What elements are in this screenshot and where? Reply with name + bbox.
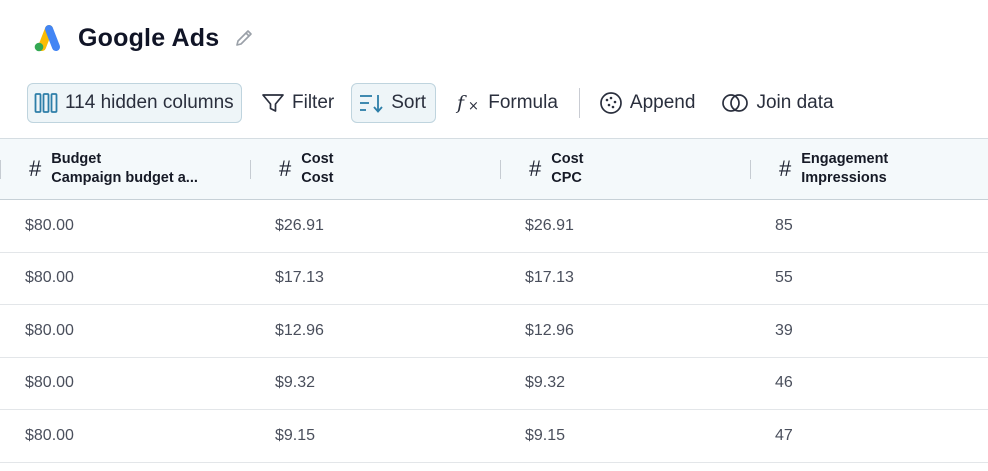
table-cell[interactable]: $17.13 (275, 269, 324, 287)
column-name: Cost (301, 170, 334, 186)
table-cell[interactable]: $26.91 (525, 217, 574, 235)
google-ads-logo-icon (30, 21, 64, 55)
column-group: Budget (51, 151, 102, 167)
join-icon (721, 92, 749, 114)
column-separator[interactable] (0, 160, 1, 179)
table-cell[interactable]: 55 (775, 269, 793, 287)
table-row[interactable]: $80.00 $12.96 $12.96 39 (0, 305, 988, 358)
filter-icon (261, 92, 285, 114)
table-cell[interactable]: 46 (775, 374, 793, 392)
data-table: # Budget Campaign budget a... # Cost Cos… (0, 138, 988, 463)
table-cell[interactable]: $80.00 (25, 322, 74, 340)
table-cell[interactable]: 39 (775, 322, 793, 340)
table-cell[interactable]: $12.96 (525, 322, 574, 340)
column-header-cost[interactable]: # Cost Cost (279, 139, 333, 199)
table-cell[interactable]: $9.15 (275, 427, 315, 445)
append-label: Append (629, 92, 696, 113)
table-cell[interactable]: $9.32 (275, 374, 315, 392)
append-icon (599, 91, 623, 115)
filter-label: Filter (292, 92, 335, 113)
sort-label: Sort (391, 92, 427, 113)
column-name: CPC (551, 170, 582, 186)
table-row[interactable]: $80.00 $17.13 $17.13 55 (0, 253, 988, 305)
page-title: Google Ads (78, 23, 220, 52)
column-separator[interactable] (250, 160, 251, 179)
svg-text:f: f (455, 92, 467, 114)
column-header-budget[interactable]: # Budget Campaign budget a... (29, 139, 198, 199)
table-cell[interactable]: 85 (775, 217, 793, 235)
append-button[interactable]: Append (592, 83, 703, 123)
table-row[interactable]: $80.00 $9.32 $9.32 46 (0, 358, 988, 410)
table-cell[interactable]: $80.00 (25, 427, 74, 445)
columns-icon (34, 92, 58, 114)
sort-button[interactable]: Sort (351, 83, 437, 123)
column-name: Campaign budget a... (51, 170, 198, 186)
table-cell[interactable]: $9.32 (525, 374, 565, 392)
table-cell[interactable]: 47 (775, 427, 793, 445)
column-group: Cost (301, 151, 334, 167)
formula-icon: f × (455, 92, 481, 114)
table-header: # Budget Campaign budget a... # Cost Cos… (0, 138, 988, 200)
table-body: $80.00 $26.91 $26.91 85 $80.00 $17.13 $1… (0, 200, 988, 463)
table-cell[interactable]: $80.00 (25, 217, 74, 235)
formula-label: Formula (488, 92, 558, 113)
column-separator[interactable] (750, 160, 751, 179)
number-type-icon: # (29, 156, 42, 181)
formula-button[interactable]: f × Formula (448, 83, 565, 123)
table-row[interactable]: $80.00 $26.91 $26.91 85 (0, 200, 988, 253)
filter-button[interactable]: Filter (254, 83, 341, 123)
pencil-icon[interactable] (233, 27, 255, 49)
hidden-columns-label: 114 hidden columns (65, 92, 234, 113)
page-header: Google Ads (30, 18, 255, 58)
svg-text:×: × (468, 99, 479, 114)
table-cell[interactable]: $80.00 (25, 374, 74, 392)
column-group: Cost (551, 151, 584, 167)
table-cell[interactable]: $26.91 (275, 217, 324, 235)
toolbar: 114 hidden columns Filter Sort f × Formu… (27, 83, 841, 123)
table-cell[interactable]: $80.00 (25, 269, 74, 287)
column-header-impressions[interactable]: # Engagement Impressions (779, 139, 888, 199)
column-header-cpc[interactable]: # Cost CPC (529, 139, 583, 199)
hidden-columns-button[interactable]: 114 hidden columns (27, 83, 242, 123)
table-cell[interactable]: $12.96 (275, 322, 324, 340)
join-data-button[interactable]: Join data (714, 83, 840, 123)
number-type-icon: # (279, 156, 292, 181)
column-separator[interactable] (500, 160, 501, 179)
column-name: Impressions (801, 170, 887, 186)
column-group: Engagement (801, 151, 889, 167)
table-cell[interactable]: $17.13 (525, 269, 574, 287)
number-type-icon: # (529, 156, 542, 181)
table-row[interactable]: $80.00 $9.15 $9.15 47 (0, 410, 988, 463)
toolbar-divider (578, 88, 580, 118)
sort-icon (358, 92, 384, 114)
table-cell[interactable]: $9.15 (525, 427, 565, 445)
join-data-label: Join data (756, 92, 834, 113)
number-type-icon: # (779, 156, 792, 181)
